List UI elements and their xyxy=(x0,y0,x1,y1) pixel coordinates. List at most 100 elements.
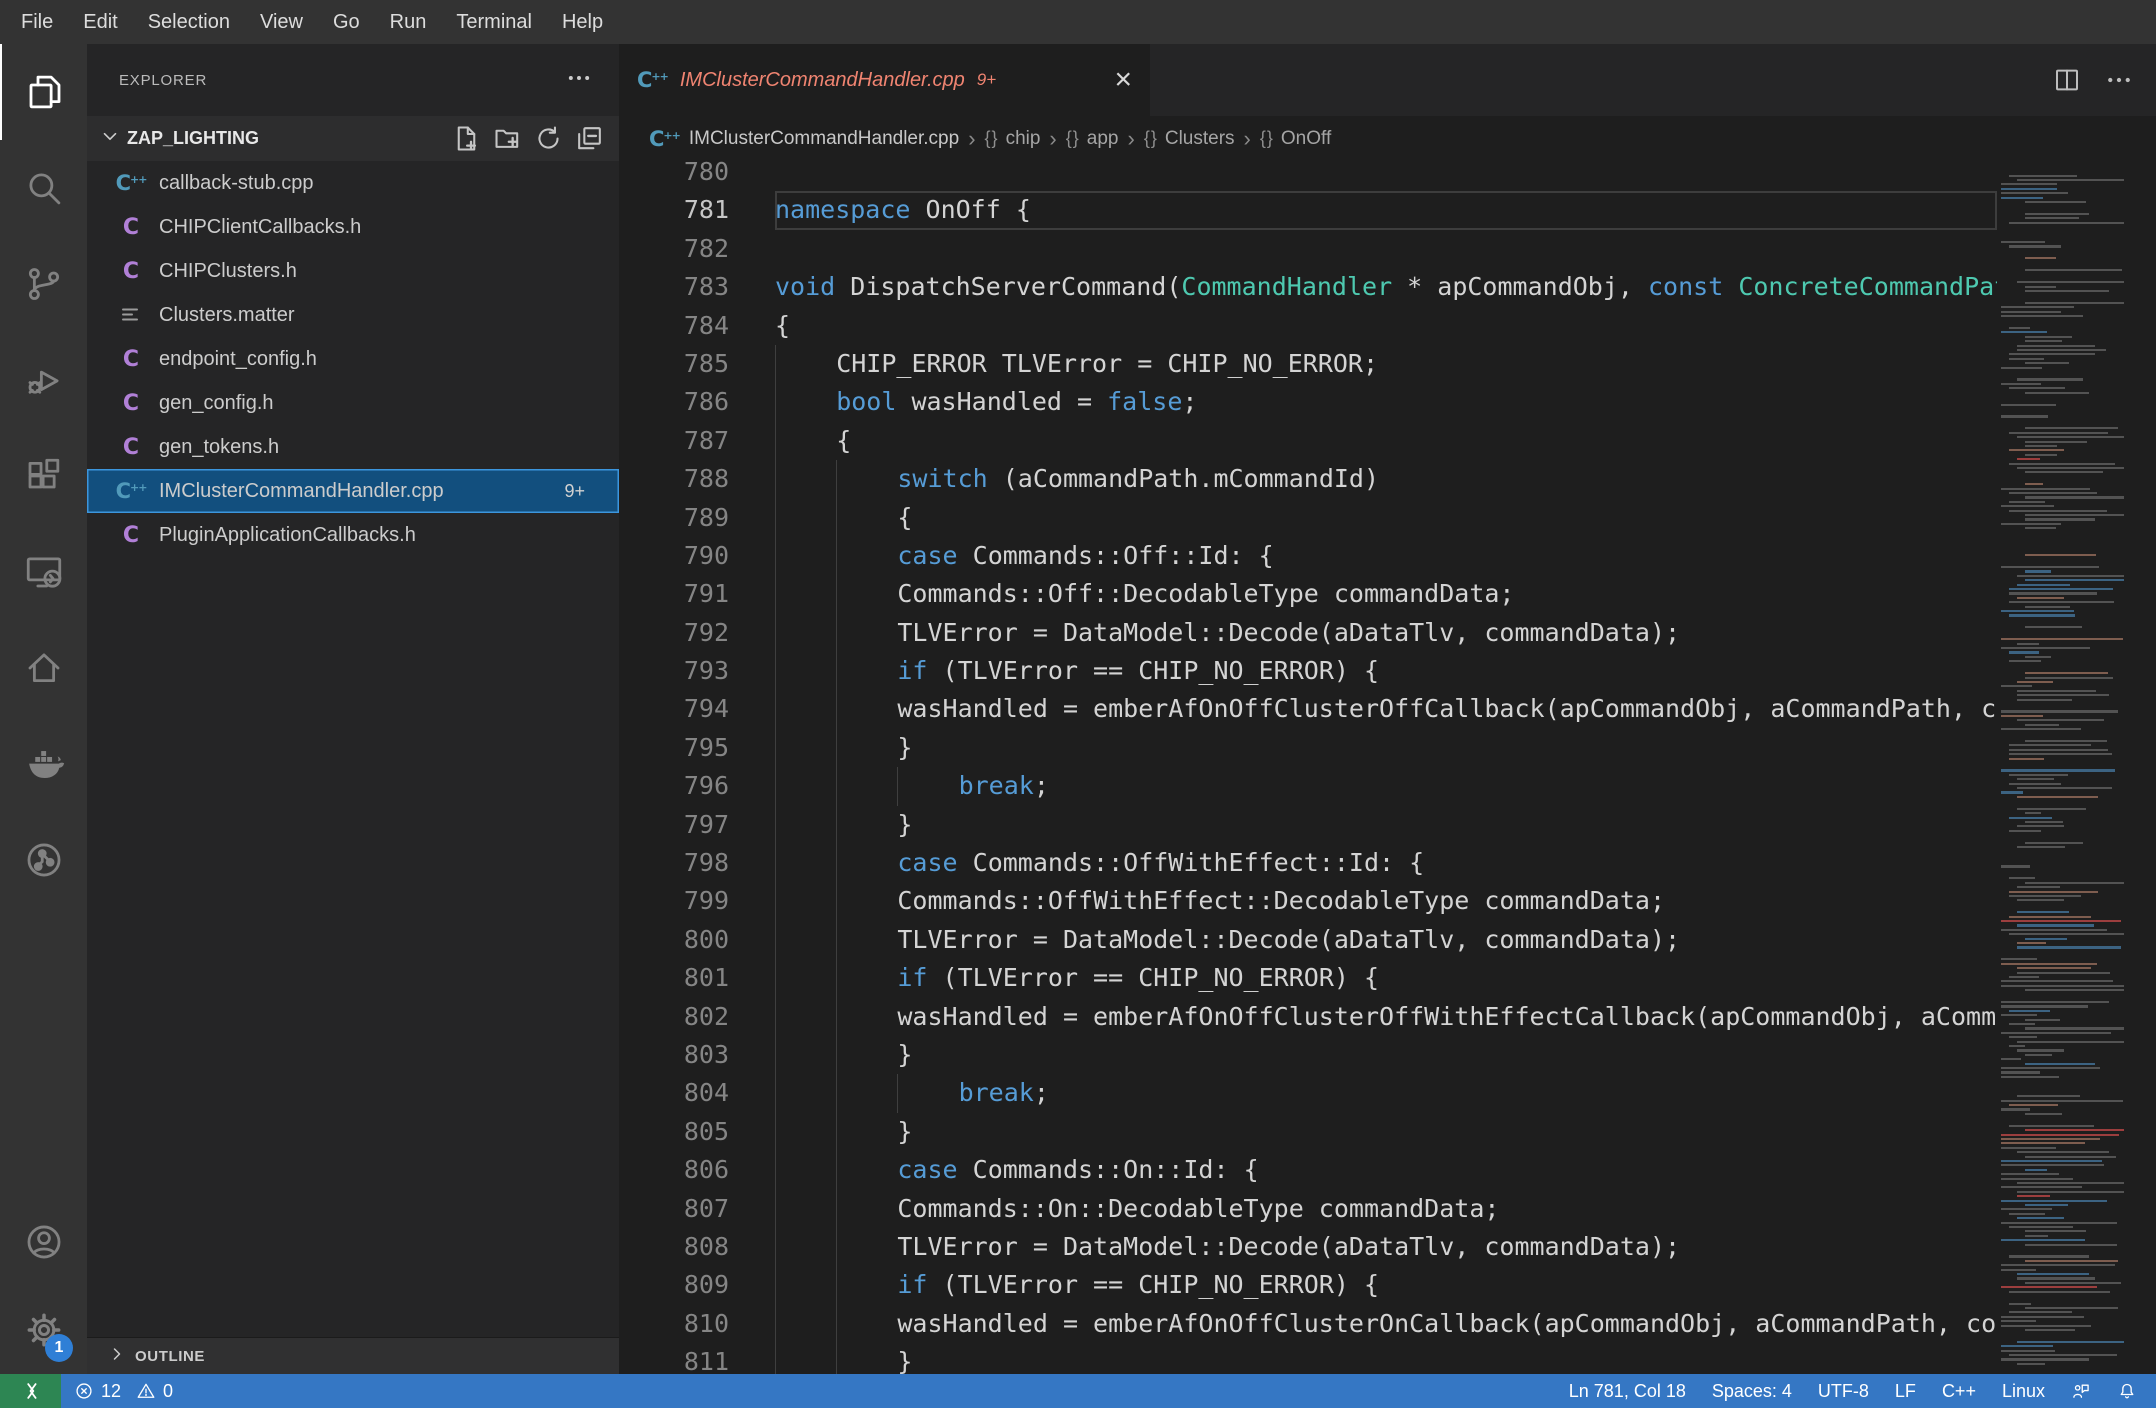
code-line-780[interactable]: 780 xyxy=(619,161,1997,191)
menu-item-file[interactable]: File xyxy=(6,0,68,44)
menu-item-go[interactable]: Go xyxy=(318,0,375,44)
status-encoding[interactable]: UTF-8 xyxy=(1805,1374,1882,1408)
split-editor-icon[interactable] xyxy=(2052,65,2082,95)
indent-guide xyxy=(836,728,897,768)
tab-imclustercommandhandler-cpp[interactable]: C++ IMClusterCommandHandler.cpp 9+ × xyxy=(619,44,1150,116)
code-line-793[interactable]: 793 if (TLVError == CHIP_NO_ERROR) { xyxy=(619,652,1997,691)
breadcrumb-item-onoff[interactable]: {} OnOff xyxy=(1260,128,1331,150)
activity-bar-search[interactable] xyxy=(0,140,87,236)
status-indentation[interactable]: Spaces: 4 xyxy=(1699,1374,1805,1408)
status-cursor-position[interactable]: Ln 781, Col 18 xyxy=(1556,1374,1699,1408)
collapse-all-icon[interactable] xyxy=(574,123,605,154)
activity-bar-accounts[interactable] xyxy=(0,1198,87,1286)
activity-bar-git-graph[interactable] xyxy=(0,812,87,908)
code-line-783[interactable]: 783 void DispatchServerCommand(CommandHan… xyxy=(619,268,1997,306)
activity-bar-source-control[interactable] xyxy=(0,236,87,332)
activity-bar-remote-explorer[interactable] xyxy=(0,524,87,620)
code-line-782[interactable]: 782 xyxy=(619,230,1997,268)
code-line-content: Commands::Off::DecodableType commandData… xyxy=(775,575,1997,614)
code-line-811[interactable]: 811} xyxy=(619,1343,1997,1374)
code-line-792[interactable]: 792 TLVError = DataModel::Decode(aDataTlv… xyxy=(619,613,1997,653)
new-file-icon[interactable] xyxy=(451,123,482,154)
status-feedback[interactable] xyxy=(2058,1374,2104,1408)
status-language-mode[interactable]: C++ xyxy=(1929,1374,1989,1408)
activity-bar-explorer[interactable] xyxy=(0,44,87,140)
code-line-796[interactable]: 796 break; xyxy=(619,767,1997,806)
menu-item-run[interactable]: Run xyxy=(375,0,442,44)
code-line-789[interactable]: 789 { xyxy=(619,498,1997,537)
sidebar-item-pluginapplicationcallbacks-h[interactable]: C PluginApplicationCallbacks.h xyxy=(87,513,619,557)
status-notifications[interactable] xyxy=(2104,1374,2150,1408)
code-line-788[interactable]: 788 switch (aCommandPath.mCommandId) xyxy=(619,460,1997,499)
code-line-800[interactable]: 800 TLVError = DataModel::Decode(aDataTlv… xyxy=(619,920,1997,960)
namespace-icon: {} xyxy=(984,128,999,148)
sidebar-item-gen-tokens-h[interactable]: Cgen_tokens.h xyxy=(87,425,619,469)
problems-status[interactable]: 12 0 xyxy=(61,1374,186,1408)
activity-bar-run-and-debug[interactable] xyxy=(0,332,87,428)
breadcrumb-item-imclustercommandhandler-cpp[interactable]: C++ IMClusterCommandHandler.cpp xyxy=(649,127,959,151)
breadcrumb-item-clusters[interactable]: {} Clusters xyxy=(1144,128,1235,150)
breadcrumb-item-chip[interactable]: {} chip xyxy=(985,128,1041,150)
indent-guide xyxy=(775,844,836,883)
code-line-805[interactable]: 805} xyxy=(619,1112,1997,1152)
status-end-of-line[interactable]: LF xyxy=(1882,1374,1929,1408)
more-actions-icon[interactable] xyxy=(2104,65,2134,95)
code-line-786[interactable]: 786 bool wasHandled = false; xyxy=(619,383,1997,422)
code-line-content: case Commands::On::Id: { xyxy=(775,1151,1997,1190)
more-actions-icon[interactable] xyxy=(565,64,593,97)
indent-guide xyxy=(836,690,897,729)
code-line-799[interactable]: 799 Commands::OffWithEffect::DecodableTyp… xyxy=(619,882,1997,921)
status-remote-os[interactable]: Linux xyxy=(1989,1374,2058,1408)
code-line-797[interactable]: 797} xyxy=(619,805,1997,845)
code-line-787[interactable]: 787 { xyxy=(619,421,1997,461)
code-line-802[interactable]: 802 wasHandled = emberAfOnOffClusterOffWi… xyxy=(619,997,1997,1036)
menu-item-terminal[interactable]: Terminal xyxy=(441,0,547,44)
code-line-803[interactable]: 803} xyxy=(619,1035,1997,1075)
code-line-801[interactable]: 801 if (TLVError == CHIP_NO_ERROR) { xyxy=(619,959,1997,998)
activity-bar-settings[interactable]: 1 xyxy=(0,1286,87,1374)
breadcrumb: C++ IMClusterCommandHandler.cpp › {} chip › {}… xyxy=(619,116,2156,161)
code-line-784[interactable]: 784 { xyxy=(619,307,1997,345)
sidebar-item-chipclusters-h[interactable]: C CHIPClusters.h xyxy=(87,249,619,293)
line-number: 803 xyxy=(683,1039,729,1069)
activity-bar-docker[interactable] xyxy=(0,716,87,812)
code-line-791[interactable]: 791 Commands::Off::DecodableType commandD… xyxy=(619,575,1997,614)
sidebar-item-imclustercommandhandler-cpp[interactable]: C++ IMClusterCommandHandler.cpp 9+ xyxy=(87,469,619,513)
remote-indicator[interactable] xyxy=(0,1374,61,1408)
sidebar-item-gen-config-h[interactable]: Cgen_config.h xyxy=(87,381,619,425)
code-editor[interactable]: 780 781 namespace OnOff {782 783 void Dispat… xyxy=(619,161,2156,1374)
minimap[interactable] xyxy=(1997,161,2132,1374)
code-line-785[interactable]: 785 CHIP_ERROR TLVError = CHIP_NO_ERROR; xyxy=(619,344,1997,384)
code-line-798[interactable]: 798 case Commands::OffWithEffect::Id: { xyxy=(619,844,1997,883)
menu-item-selection[interactable]: Selection xyxy=(133,0,245,44)
code-line-794[interactable]: 794 wasHandled = emberAfOnOffClusterOffCa… xyxy=(619,690,1997,729)
code-line-795[interactable]: 795} xyxy=(619,728,1997,768)
sidebar-item-endpoint-config-h[interactable]: Cendpoint_config.h xyxy=(87,337,619,381)
activity-bar-extensions[interactable] xyxy=(0,428,87,524)
menu-item-help[interactable]: Help xyxy=(547,0,618,44)
code-line-790[interactable]: 790 case Commands::Off::Id: { xyxy=(619,536,1997,576)
code-line-808[interactable]: 808 TLVError = DataModel::Decode(aDataTlv… xyxy=(619,1227,1997,1267)
code-line-810[interactable]: 810 wasHandled = emberAfOnOffClusterOnCal… xyxy=(619,1304,1997,1344)
code-line-806[interactable]: 806 case Commands::On::Id: { xyxy=(619,1151,1997,1190)
sidebar-item-chipclientcallbacks-h[interactable]: C CHIPClientCallbacks.h xyxy=(87,205,619,249)
code-line-804[interactable]: 804 break; xyxy=(619,1074,1997,1113)
refresh-icon[interactable] xyxy=(533,123,564,154)
folder-section-header[interactable]: ZAP_LIGHTING xyxy=(87,116,619,161)
sidebar-item-callback-stub-cpp[interactable]: C++ callback-stub.cpp xyxy=(87,161,619,205)
outline-section-header[interactable]: OUTLINE xyxy=(87,1337,619,1374)
menu-item-view[interactable]: View xyxy=(245,0,318,44)
code-line-809[interactable]: 809 if (TLVError == CHIP_NO_ERROR) { xyxy=(619,1266,1997,1305)
sidebar-item-clusters-matter[interactable]: Clusters.matter xyxy=(87,293,619,337)
close-tab-icon[interactable]: × xyxy=(1100,65,1132,95)
new-folder-icon[interactable] xyxy=(492,123,523,154)
warning-count: 0 xyxy=(163,1380,174,1401)
activity-bar-home[interactable] xyxy=(0,620,87,716)
line-number: 781 xyxy=(683,195,729,225)
indent-guide xyxy=(836,882,897,921)
code-line-807[interactable]: 807 Commands::On::DecodableType commandDa… xyxy=(619,1189,1997,1228)
code-line-781[interactable]: 781 namespace OnOff { xyxy=(619,191,1997,229)
error-count: 12 xyxy=(101,1380,122,1401)
breadcrumb-item-app[interactable]: {} app xyxy=(1066,128,1119,150)
menu-item-edit[interactable]: Edit xyxy=(68,0,132,44)
